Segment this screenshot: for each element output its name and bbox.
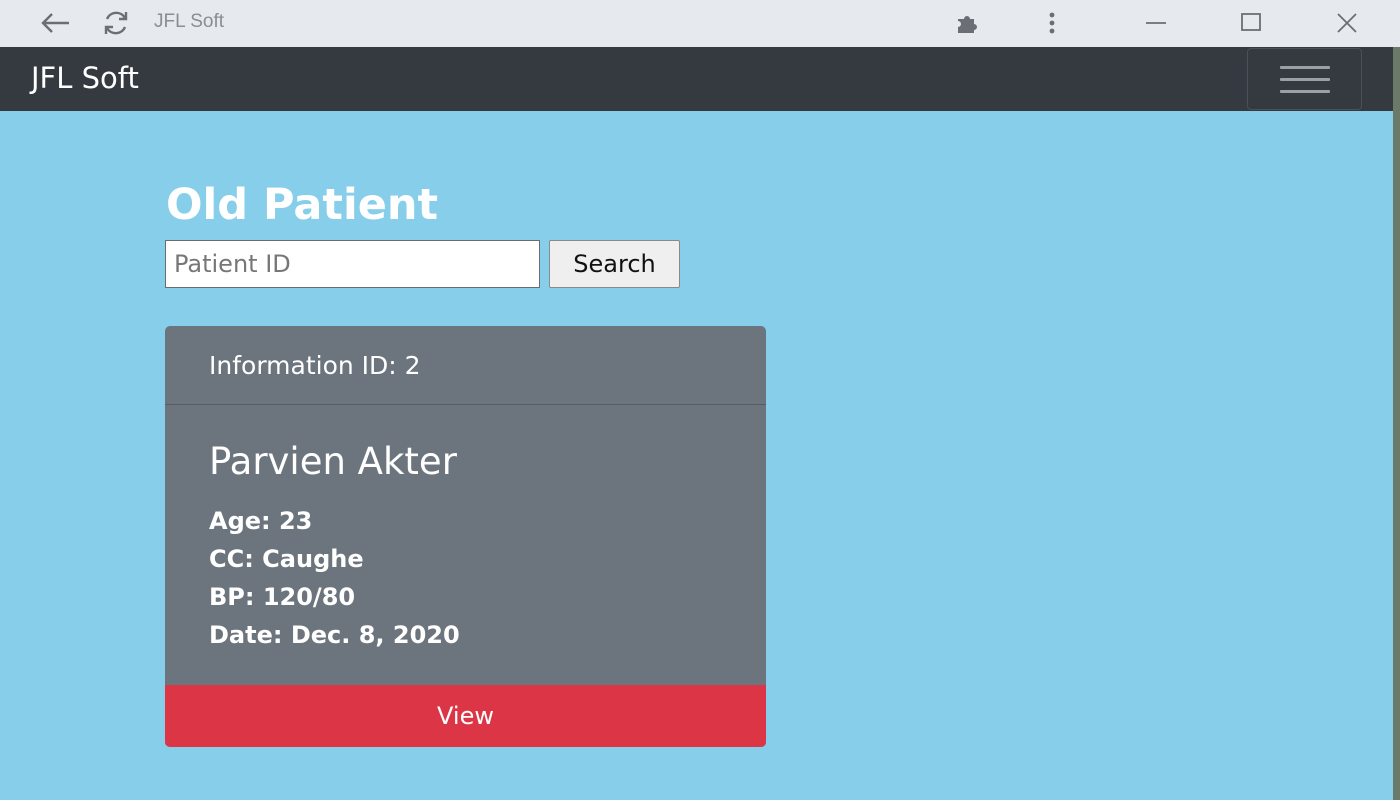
patient-card: Information ID: 2 Parvien Akter Age: 23 … (165, 326, 766, 747)
patient-details: Age: 23 CC: Caughe BP: 120/80 Date: Dec.… (209, 506, 460, 658)
close-icon[interactable] (1330, 6, 1364, 40)
maximize-icon[interactable] (1234, 6, 1268, 40)
navbar: JFL Soft (0, 47, 1395, 111)
patient-bp: BP: 120/80 (209, 583, 356, 611)
more-icon[interactable] (1035, 6, 1069, 40)
card-header: Information ID: 2 (165, 326, 766, 405)
patient-name: Parvien Akter (209, 440, 457, 483)
reload-icon[interactable] (99, 6, 133, 40)
navbar-brand[interactable]: JFL Soft (31, 61, 139, 95)
tab-title: JFL Soft (154, 11, 225, 32)
extensions-icon[interactable] (951, 6, 985, 40)
page-title: Old Patient (166, 180, 439, 230)
search-button[interactable]: Search (549, 240, 680, 288)
window-edge (1393, 47, 1400, 800)
patient-id-input[interactable] (165, 240, 540, 288)
patient-cc: CC: Caughe (209, 545, 364, 573)
hamburger-icon (1279, 65, 1330, 93)
patient-date: Date: Dec. 8, 2020 (209, 621, 460, 649)
minimize-icon[interactable] (1139, 6, 1173, 40)
patient-age: Age: 23 (209, 507, 313, 535)
view-button[interactable]: View (165, 685, 766, 747)
browser-toolbar: JFL Soft (0, 0, 1400, 47)
navbar-toggler-button[interactable] (1247, 48, 1362, 110)
back-icon[interactable] (38, 6, 72, 40)
